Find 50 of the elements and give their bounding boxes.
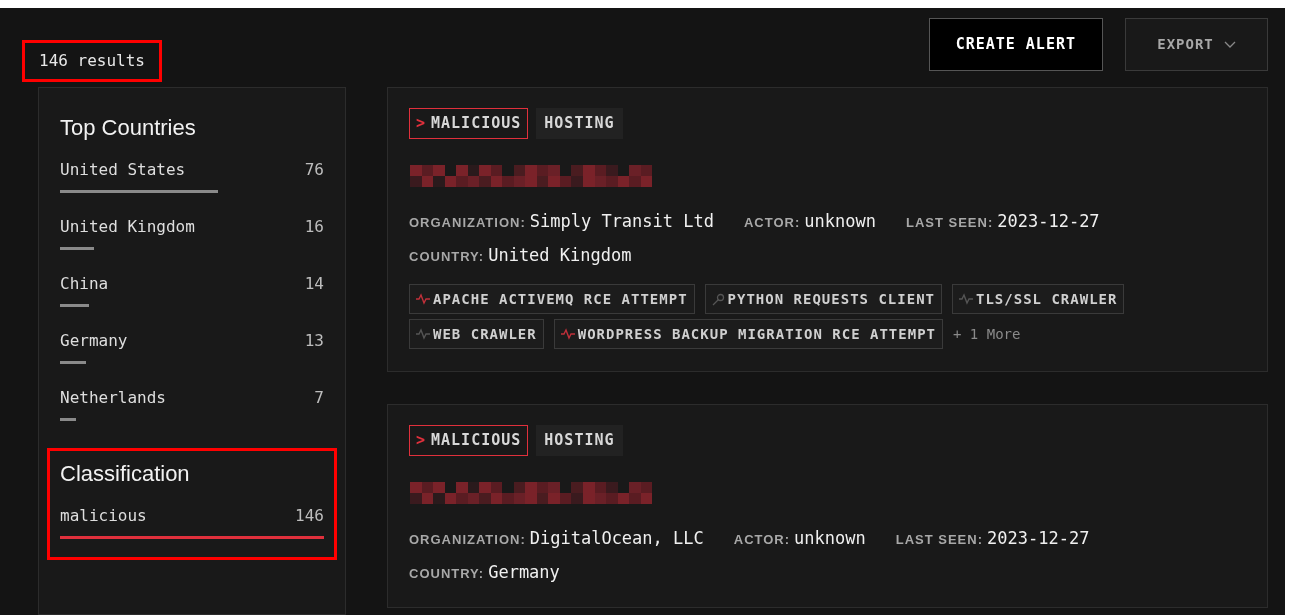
tag-chip[interactable]: PYTHON REQUESTS CLIENT xyxy=(704,284,942,314)
facet-label: Netherlands xyxy=(60,387,166,409)
field-label: LAST SEEN: xyxy=(905,214,994,232)
field-value: unknown xyxy=(794,527,866,550)
field-label: ACTOR: xyxy=(733,531,791,549)
facet-count: 7 xyxy=(314,387,324,409)
field-value: 2023-12-27 xyxy=(987,527,1090,550)
tag-chip[interactable]: APACHE ACTIVEMQ RCE ATTEMPT xyxy=(409,284,695,314)
facet-count: 146 xyxy=(295,505,324,527)
facet-item[interactable]: Germany 13 xyxy=(60,329,324,364)
field-label: COUNTRY: xyxy=(409,247,485,266)
field-value: DigitalOcean, LLC xyxy=(529,527,704,550)
chevron-down-icon xyxy=(1223,40,1236,49)
facet-label: United States xyxy=(60,159,186,181)
field-value: United Kingdom xyxy=(488,243,632,267)
export-button[interactable]: EXPORT xyxy=(1125,18,1268,71)
tag-chip[interactable]: WEB CRAWLER xyxy=(409,319,544,349)
facet-item[interactable]: malicious 146 xyxy=(60,504,324,539)
tag-badge: HOSTING xyxy=(536,108,623,139)
field-label: LAST SEEN: xyxy=(895,531,983,549)
field-label: ORGANIZATION: xyxy=(409,531,526,549)
facet-item[interactable]: United States 76 xyxy=(60,158,324,193)
field-label: COUNTRY: xyxy=(409,564,485,583)
field-label: ACTOR: xyxy=(744,214,801,232)
facet-item[interactable]: United Kingdom 16 xyxy=(60,215,324,250)
classification-badge: > MALICIOUS xyxy=(409,108,529,139)
facet-label: China xyxy=(60,273,109,295)
results-count: 146 results xyxy=(39,51,145,70)
field-value: Simply Transit Ltd xyxy=(529,210,714,233)
facet-count: 16 xyxy=(304,216,324,238)
facet-count: 13 xyxy=(304,330,324,352)
section-title: Classification xyxy=(60,460,191,488)
field-value: Germany xyxy=(488,560,560,584)
facet-item[interactable]: Netherlands 7 xyxy=(60,386,324,421)
field-label: ORGANIZATION: xyxy=(409,214,526,232)
field-value: 2023-12-27 xyxy=(997,210,1100,233)
tag-chip[interactable]: TLS/SSL CRAWLER xyxy=(952,284,1125,314)
facet-label: Germany xyxy=(60,330,128,352)
classification-badge: > MALICIOUS xyxy=(409,425,529,456)
create-alert-button[interactable]: CREATE ALERT xyxy=(928,18,1103,71)
section-title: Top Countries xyxy=(60,114,197,142)
facet-item[interactable]: China 14 xyxy=(60,272,324,307)
tag-chip[interactable]: WORDPRESS BACKUP MIGRATION RCE ATTEMPT xyxy=(553,319,943,349)
facet-count: 76 xyxy=(304,159,324,181)
tag-badge: HOSTING xyxy=(536,425,623,456)
field-value: unknown xyxy=(804,210,876,233)
facet-label: malicious xyxy=(60,505,147,527)
facet-count: 14 xyxy=(304,273,324,295)
more-tags-link[interactable]: + 1 More xyxy=(953,323,1021,345)
facet-label: United Kingdom xyxy=(60,216,195,238)
